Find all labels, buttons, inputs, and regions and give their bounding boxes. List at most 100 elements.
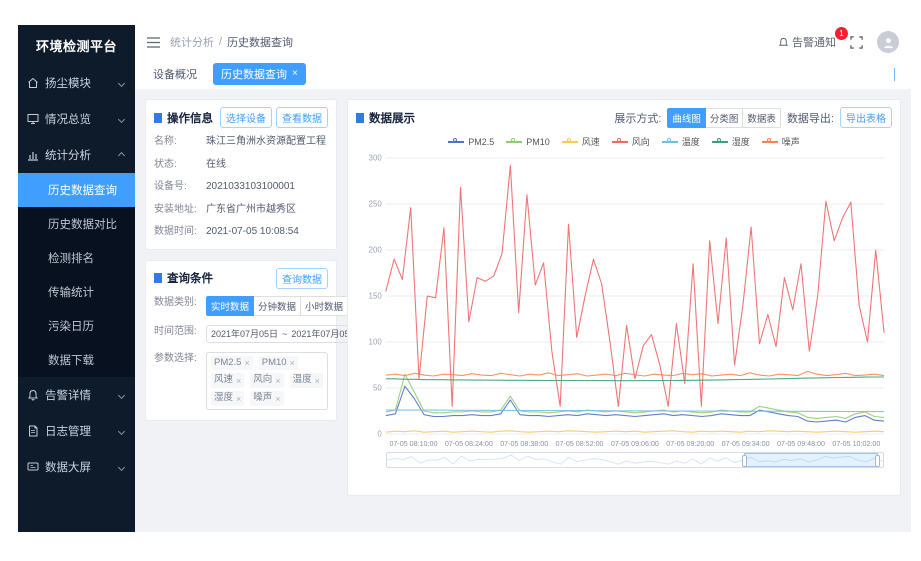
bell-icon (778, 37, 789, 46)
tag-close-icon[interactable]: × (236, 393, 241, 405)
date-range-input[interactable]: 2021年07月05日 ~ 2021年07月05日 (206, 324, 364, 343)
app-window: 环境检测平台 扬尘模块 情况总览 统计分析 历史数据查询 历史数据对比 检测排名 (18, 25, 911, 532)
sidebar-item-history-compare[interactable]: 历史数据对比 (18, 207, 135, 241)
svg-text:100: 100 (369, 337, 383, 346)
legend-item[interactable]: 风速 (561, 135, 600, 148)
info-field-status: 状态: 在线 (154, 158, 226, 170)
export-table-button[interactable]: 导出表格 (840, 107, 892, 128)
tabbar-collapse-button[interactable] (894, 68, 897, 81)
avatar[interactable] (877, 31, 899, 53)
legend-marker-icon (711, 138, 728, 143)
tag-close-icon[interactable]: × (315, 375, 320, 387)
display-controls: 展示方式: 曲线图 分类图 数据表 数据导出: 导出表格 (614, 107, 892, 128)
info-field-address: 安装地址: 广东省广州市越秀区 (154, 203, 296, 215)
sidebar-item-detect-ranking[interactable]: 检测排名 (18, 241, 135, 275)
legend-marker-icon (761, 138, 778, 143)
main-area: 统计分析 / 历史数据查询 告警通知 1 设备概况 历史数据查询 × 操作信息 … (135, 25, 911, 532)
sidebar-item-label: 数据大屏 (45, 462, 91, 474)
legend-label: 噪声 (781, 137, 800, 147)
param-tag-noise: 噪声 × (250, 391, 284, 407)
sidebar-item-overview[interactable]: 情况总览 (18, 101, 135, 137)
sidebar-item-transfer-stats[interactable]: 传输统计 (18, 275, 135, 309)
sidebar-item-dust-module[interactable]: 扬尘模块 (18, 65, 135, 101)
title-marker (154, 112, 162, 123)
sidebar-item-data-screen[interactable]: 数据大屏 (18, 449, 135, 485)
sidebar-item-alarm-detail[interactable]: 告警详情 (18, 377, 135, 413)
chart-container: PM2.5 PM10 风速 风向 温度 湿度 噪声 0 50 100 150 200 250 300 07… (348, 133, 900, 495)
datazoom-right-handle[interactable] (875, 455, 881, 467)
category-hour-button[interactable]: 小时数据 (301, 295, 349, 316)
params-row: 参数选择: PM2.5 × PM10 × 风速 × 风向 × 温度 × 湿度 × 噪声 × (154, 351, 328, 411)
range-separator: ~ (282, 328, 288, 339)
device-info-fields: 名称: 珠江三角洲水资源配置工程 状态: 在线 设备号: 20210331031… (146, 133, 336, 249)
tag-close-icon[interactable]: × (244, 357, 249, 369)
display-mode-group: 曲线图 分类图 数据表 (667, 107, 781, 128)
svg-text:200: 200 (369, 245, 383, 254)
svg-text:07-05 08:52:00: 07-05 08:52:00 (556, 440, 604, 448)
legend-marker-icon (561, 138, 578, 143)
notification-badge: 1 (835, 27, 848, 40)
sidebar-item-statistics[interactable]: 统计分析 (18, 137, 135, 173)
mode-category-button[interactable]: 分类图 (705, 107, 744, 128)
chevron-down-icon (117, 427, 126, 435)
mode-table-button[interactable]: 数据表 (743, 107, 781, 128)
notification-label: 告警通知 (792, 37, 836, 49)
svg-text:07-05 10:02:00: 07-05 10:02:00 (832, 440, 880, 448)
legend-marker-icon (611, 138, 628, 143)
hamburger-menu-icon[interactable] (147, 36, 160, 48)
query-data-button[interactable]: 查询数据 (276, 267, 328, 289)
tag-close-icon[interactable]: × (290, 357, 295, 369)
device-info-card: 操作信息 选择设备 查看数据 名称: 珠江三角洲水资源配置工程 状态: 在线 设… (145, 99, 337, 250)
param-tag-pm25: PM2.5 × (211, 355, 253, 371)
legend-marker-icon (448, 138, 465, 143)
legend-item[interactable]: 风向 (611, 135, 650, 148)
params-select[interactable]: PM2.5 × PM10 × 风速 × 风向 × 温度 × 湿度 × 噪声 × (206, 351, 328, 411)
param-tag-temperature: 温度 × (289, 373, 323, 389)
notification-button[interactable]: 告警通知 1 (778, 27, 848, 50)
title-marker (356, 112, 364, 123)
legend-item[interactable]: 温度 (661, 135, 700, 148)
svg-text:150: 150 (369, 291, 383, 300)
info-field-device-id: 设备号: 2021033103100001 (154, 181, 295, 192)
header-actions: 告警通知 1 (778, 27, 899, 53)
select-device-button[interactable]: 选择设备 (220, 107, 272, 128)
chevron-down-icon (117, 115, 126, 123)
legend-item[interactable]: PM10 (506, 135, 550, 148)
datazoom-left-handle[interactable] (742, 455, 748, 467)
sidebar-item-label: 扬尘模块 (45, 78, 91, 90)
category-realtime-button[interactable]: 实时数据 (206, 295, 255, 316)
legend-label: 风速 (581, 137, 600, 147)
query-condition-card: 查询条件 查询数据 数据类别: 实时数据 分钟数据 小时数据 日均数据 (145, 259, 396, 422)
left-column: 操作信息 选择设备 查看数据 名称: 珠江三角洲水资源配置工程 状态: 在线 设… (145, 99, 396, 422)
tag-close-icon[interactable]: × (236, 375, 241, 387)
content-area: 操作信息 选择设备 查看数据 名称: 珠江三角洲水资源配置工程 状态: 在线 设… (135, 89, 911, 532)
sidebar-item-data-download[interactable]: 数据下载 (18, 343, 135, 377)
tab-close-icon[interactable]: × (292, 69, 298, 79)
sidebar-item-log-management[interactable]: 日志管理 (18, 413, 135, 449)
legend-item[interactable]: PM2.5 (448, 135, 494, 148)
breadcrumb-current: 历史数据查询 (227, 37, 294, 49)
breadcrumb-parent[interactable]: 统计分析 (170, 34, 214, 50)
right-column: 数据展示 展示方式: 曲线图 分类图 数据表 数据导出: 导出表格 PM2.5 … (347, 99, 901, 522)
legend-label: 温度 (681, 137, 700, 147)
sidebar-menu: 扬尘模块 情况总览 统计分析 历史数据查询 历史数据对比 检测排名 传输统计 污… (18, 65, 135, 532)
device-info-title: 操作信息 (167, 112, 213, 125)
fullscreen-icon[interactable] (850, 35, 863, 49)
mode-curve-button[interactable]: 曲线图 (667, 107, 706, 128)
legend-label: PM2.5 (468, 136, 495, 147)
legend-item[interactable]: 湿度 (711, 135, 750, 148)
tag-close-icon[interactable]: × (275, 393, 280, 405)
tag-close-icon[interactable]: × (275, 375, 280, 387)
sidebar-item-pollution-calendar[interactable]: 污染日历 (18, 309, 135, 343)
datazoom-slider[interactable] (386, 452, 884, 468)
view-data-button[interactable]: 查看数据 (276, 107, 328, 128)
legend-item[interactable]: 噪声 (761, 135, 800, 148)
screenshot-stage: 环境检测平台 扬尘模块 情况总览 统计分析 历史数据查询 历史数据对比 检测排名 (0, 0, 921, 561)
tab-history-query[interactable]: 历史数据查询 × (213, 63, 306, 85)
tab-device-overview[interactable]: 设备概况 (147, 63, 203, 85)
datazoom-selection[interactable] (742, 453, 881, 467)
legend-marker-icon (661, 138, 678, 143)
category-minute-button[interactable]: 分钟数据 (254, 295, 302, 316)
sidebar-item-label: 统计分析 (45, 150, 91, 162)
sidebar-item-history-query[interactable]: 历史数据查询 (18, 173, 135, 207)
